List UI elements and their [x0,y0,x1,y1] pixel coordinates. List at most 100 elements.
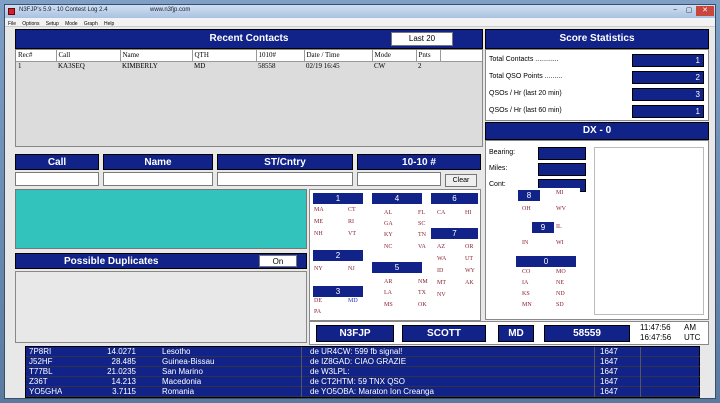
zone-state: UT [465,256,473,262]
col-rec[interactable]: Rec# [16,50,57,62]
menu-graph[interactable]: Graph [84,20,98,29]
spot-time: 1647 [600,367,618,376]
spot-divider [594,357,595,367]
spot-call: YO5GHA [29,387,63,396]
duplicates-toggle[interactable]: On [259,255,297,267]
zone-state: IL [556,224,562,230]
spot-divider [640,367,641,377]
zone-state: DE [314,298,322,304]
desktop-frame: N3FJP's 5.9 - 10 Contest Log 2.4 www.n3f… [0,0,720,403]
col-call[interactable]: Call [56,50,121,62]
minimize-icon[interactable]: − [668,6,682,16]
spot-row[interactable]: J52HF 28.485 Guinea-Bissau de IZ8GAD: CIAO … [26,357,700,367]
spot-time: 1647 [600,377,618,386]
zones-panel: 1 MA CT ME RI NH VT 2 NY NJ 3 DE MD PA 4… [309,189,481,321]
spot-divider [594,367,595,377]
zone-state: CA [437,210,446,216]
qso-60-value: 1 [632,105,704,118]
table-row[interactable]: 1 KA3SEQ KIMBERLY MD 58558 02/19 16:45 C… [16,61,482,70]
dx-spots-list[interactable]: 7P8RI 14.0271 Lesotho de UR4CW: 599 fb sign… [25,346,700,398]
last-20-button[interactable]: Last 20 [391,32,453,46]
menu-setup[interactable]: Setup [46,20,59,29]
spot-divider [301,387,302,397]
menu-options[interactable]: Options [22,20,39,29]
zone-state: AK [465,280,474,286]
spot-row[interactable]: 7P8RI 14.0271 Lesotho de UR4CW: 599 fb sign… [26,347,700,357]
miles-value [538,163,586,176]
call-header: Call [15,154,99,170]
cell-pnts: 2 [418,61,422,70]
zone-state: LA [384,290,392,296]
col-qth[interactable]: QTH [192,50,257,62]
miles-label: Miles: [489,165,508,172]
zone-state: ME [314,219,323,225]
stcntry-input[interactable] [217,172,353,186]
total-points-value: 2 [632,71,704,84]
spot-divider [594,387,595,397]
call-input[interactable] [15,172,99,186]
spot-divider [301,367,302,377]
col-1010[interactable]: 1010# [256,50,305,62]
col-name[interactable]: Name [120,50,193,62]
col-pnts[interactable]: Pnts [416,50,441,62]
spot-country: Guinea-Bissau [162,357,215,366]
spot-row[interactable]: T77BL 21.0235 San Marino de W3LPL: 1647 [26,367,700,377]
spot-comment: de IZ8GAD: CIAO GRAZIE [310,357,407,366]
zones-spacer [481,189,485,321]
local-time: 11:47:56 [640,323,671,332]
zone-state: OR [465,244,474,250]
zone-state: IN [522,240,529,246]
spot-divider [640,377,641,387]
name-header: Name [103,154,213,170]
spot-divider [640,357,641,367]
ten-ten-input[interactable] [357,172,441,186]
duplicates-title: Possible Duplicates [64,256,159,267]
spot-divider [640,387,641,397]
clear-button[interactable]: Clear [445,174,477,187]
menu-file[interactable]: File [8,20,16,29]
spot-freq: 28.485 [111,357,136,366]
spot-divider [301,377,302,387]
spot-country: Macedonia [162,377,202,386]
zone-0-header: 0 [516,256,576,267]
spot-comment: de W3LPL: [310,367,350,376]
zone-state: FL [418,210,426,216]
menu-mode[interactable]: Mode [65,20,78,29]
zone-state: CO [522,269,531,275]
zone-state: OH [522,206,531,212]
zone-5-header: 5 [372,262,422,273]
cell-name: KIMBERLY [122,61,158,70]
zone-state: MT [437,280,446,286]
zone-state: KY [384,232,393,238]
station-info-bar: N3FJP SCOTT MD 58559 11:47:56 AM 16:47:5… [309,321,709,345]
recent-contacts-title: Recent Contacts [209,33,289,44]
utc-time: 16:47:56 [640,333,672,342]
name-input[interactable] [103,172,213,186]
spot-comment: de YO5OBA: Maraton Ion Creanga [310,387,434,396]
ten-ten-header: 10-10 # [357,154,481,170]
spot-call: 7P8RI [29,347,52,356]
menu-help[interactable]: Help [104,20,114,29]
spot-row[interactable]: Z36T 14.213 Macedonia de CT2HTM: 59 TNX QSO… [26,377,700,387]
zone-state: WA [437,256,447,262]
col-mode[interactable]: Mode [372,50,417,62]
score-panel: Total Contacts ............ 1 Total QSO … [485,49,709,121]
my-call: N3FJP [316,325,394,342]
col-datetime[interactable]: Date / Time [304,50,373,62]
cont-label: Cont: [489,181,506,188]
spot-freq: 3.7115 [112,387,136,396]
total-points-label: Total QSO Points ......... [489,73,563,80]
spot-row[interactable]: YO5GHA 3.7115 Romania de YO5OBA: Maraton Io… [26,387,700,397]
local-suffix: AM [684,323,696,332]
zone-3-header: 3 [313,286,363,297]
stcntry-header: ST/Cntry [217,154,353,170]
close-icon[interactable]: ✕ [696,6,714,16]
maximize-icon[interactable]: ▢ [682,6,696,16]
zone-state: ND [556,291,565,297]
spot-freq: 14.213 [111,377,136,386]
zone-state: AR [384,279,393,285]
title-bar[interactable]: N3FJP's 5.9 - 10 Contest Log 2.4 www.n3f… [5,5,715,18]
cell-rec: 1 [18,61,22,70]
zone-state: MD [348,298,358,304]
app-window: N3FJP's 5.9 - 10 Contest Log 2.4 www.n3f… [4,4,716,399]
